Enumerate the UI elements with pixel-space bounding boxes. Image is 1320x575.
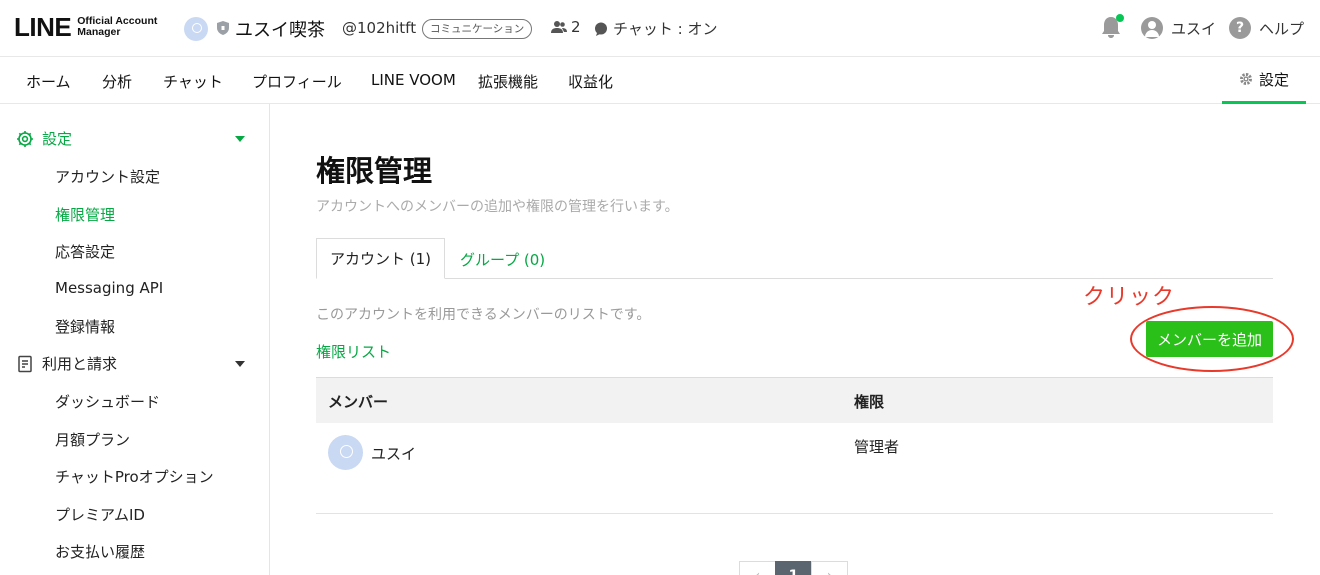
friend-count-value: 2 bbox=[571, 18, 581, 36]
nav-line-voom[interactable]: LINE VOOM bbox=[371, 71, 456, 89]
sidebar: 設定 アカウント設定 権限管理 応答設定 Messaging API 登録情報 … bbox=[0, 104, 270, 575]
nav-settings[interactable]: 設定 bbox=[1222, 57, 1306, 104]
sidebar-item-registration-info[interactable]: 登録情報 bbox=[55, 316, 115, 337]
sidebar-section-settings-label: 設定 bbox=[42, 130, 73, 148]
sidebar-item-messaging-api[interactable]: Messaging API bbox=[55, 279, 163, 297]
member-list-description: このアカウントを利用できるメンバーのリストです。 bbox=[316, 307, 651, 323]
help-label: ヘルプ bbox=[1259, 19, 1305, 38]
member-name: ユスイ bbox=[371, 445, 417, 463]
pagination: ‹ 1 › bbox=[739, 561, 848, 575]
sidebar-section-billing-label: 利用と請求 bbox=[42, 355, 118, 373]
next-page-button[interactable]: › bbox=[811, 561, 848, 575]
nav-profile[interactable]: プロフィール bbox=[252, 71, 342, 92]
top-header: LINE Official Account Manager ユスイ喫茶 @102… bbox=[0, 0, 1320, 57]
chat-status[interactable]: チャット : オン bbox=[594, 18, 717, 39]
caret-down-icon[interactable] bbox=[235, 361, 245, 367]
caret-down-icon[interactable] bbox=[235, 136, 245, 142]
help-link[interactable]: ? ヘルプ bbox=[1229, 17, 1304, 39]
chat-bubble-icon bbox=[595, 22, 607, 36]
sidebar-section-billing[interactable]: 利用と請求 bbox=[16, 353, 117, 374]
account-name[interactable]: ユスイ喫茶 bbox=[235, 16, 325, 42]
column-header-permission: 権限 bbox=[854, 393, 885, 411]
sidebar-item-chat-pro[interactable]: チャットProオプション bbox=[55, 466, 214, 487]
document-icon bbox=[18, 355, 32, 372]
nav-analytics[interactable]: 分析 bbox=[102, 71, 132, 92]
click-annotation: クリック bbox=[1083, 285, 1176, 310]
nav-home[interactable]: ホーム bbox=[26, 71, 71, 92]
chat-status-text: チャット : オン bbox=[613, 20, 718, 38]
account-category-badge: コミュニケーション bbox=[422, 19, 533, 39]
column-header-member: メンバー bbox=[328, 393, 389, 411]
page-title: 権限管理 bbox=[316, 154, 433, 188]
logo-sub-text: Official Account Manager bbox=[77, 15, 158, 38]
logo-line-text: LINE bbox=[14, 12, 72, 42]
main-nav: ホーム 分析 チャット プロフィール LINE VOOM 拡張機能 収益化 設定 bbox=[0, 57, 1320, 104]
add-member-button[interactable]: メンバーを追加 bbox=[1146, 321, 1273, 357]
sidebar-item-permissions[interactable]: 権限管理 bbox=[55, 204, 115, 225]
user-icon bbox=[1141, 17, 1163, 39]
sidebar-item-account-settings[interactable]: アカウント設定 bbox=[55, 166, 160, 187]
tab-group[interactable]: グループ (0) bbox=[460, 249, 545, 270]
permission-list-link[interactable]: 権限リスト bbox=[316, 341, 391, 362]
friend-count: 2 bbox=[551, 18, 581, 36]
page-subtitle: アカウントへのメンバーの追加や権限の管理を行います。 bbox=[316, 199, 679, 215]
sidebar-item-payment-history[interactable]: お支払い履歴 bbox=[55, 541, 145, 562]
tab-account[interactable]: アカウント (1) bbox=[316, 238, 445, 279]
sidebar-item-response-settings[interactable]: 応答設定 bbox=[55, 241, 115, 262]
account-avatar[interactable] bbox=[184, 17, 208, 41]
nav-extensions[interactable]: 拡張機能 bbox=[478, 71, 538, 92]
gear-icon bbox=[17, 130, 33, 147]
line-oa-manager-logo[interactable]: LINE Official Account Manager bbox=[14, 14, 157, 40]
sidebar-item-dashboard[interactable]: ダッシュボード bbox=[55, 391, 160, 412]
notification-dot bbox=[1116, 14, 1124, 22]
sidebar-item-premium-id[interactable]: プレミアムID bbox=[55, 504, 145, 525]
nav-monetization[interactable]: 収益化 bbox=[568, 71, 613, 92]
user-menu[interactable]: ユスイ bbox=[1141, 17, 1216, 39]
member-table-header: メンバー 権限 bbox=[316, 377, 1273, 423]
sidebar-item-monthly-plan[interactable]: 月額プラン bbox=[55, 429, 130, 450]
page-number[interactable]: 1 bbox=[775, 561, 812, 575]
user-name: ユスイ bbox=[1171, 19, 1217, 38]
prev-page-button[interactable]: ‹ bbox=[739, 561, 776, 575]
people-icon bbox=[551, 21, 567, 33]
gear-icon bbox=[1239, 73, 1252, 85]
sidebar-section-settings[interactable]: 設定 bbox=[16, 128, 72, 149]
member-avatar bbox=[328, 435, 363, 470]
nav-settings-label: 設定 bbox=[1258, 70, 1289, 89]
account-id: @102hitft bbox=[342, 19, 417, 37]
help-icon: ? bbox=[1229, 17, 1251, 39]
member-role: 管理者 bbox=[854, 438, 900, 456]
nav-chat[interactable]: チャット bbox=[163, 71, 223, 92]
table-row: ユスイ 管理者 bbox=[316, 423, 1273, 514]
shield-icon bbox=[217, 21, 229, 35]
